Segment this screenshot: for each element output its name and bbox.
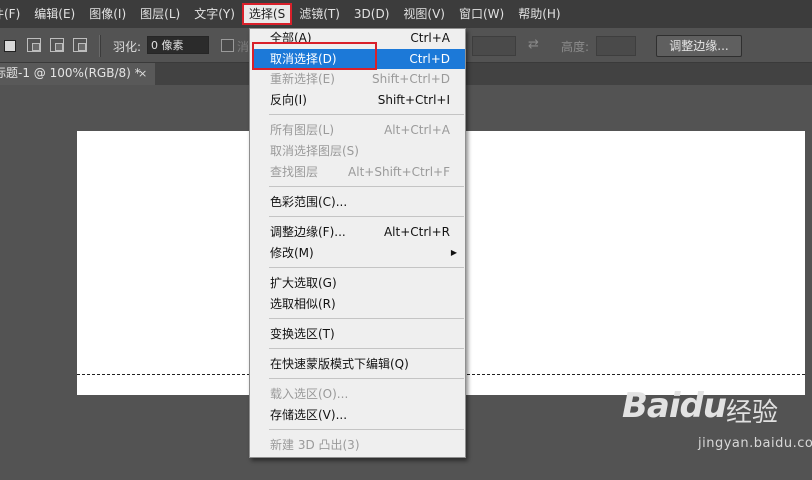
menu-3d[interactable]: 3D(D) bbox=[347, 3, 396, 25]
menu-edit[interactable]: 编辑(E) bbox=[27, 3, 82, 25]
document-tab[interactable]: 标题-1 @ 100%(RGB/8) * × bbox=[0, 63, 155, 85]
menu-item-shortcut: Shift+Ctrl+D bbox=[372, 72, 450, 86]
menu-select[interactable]: 选择(S bbox=[241, 3, 293, 25]
antialias-checkbox[interactable] bbox=[221, 39, 234, 52]
menu-separator bbox=[269, 267, 464, 268]
menu-item-transform-selection[interactable]: 变换选区(T) bbox=[250, 324, 465, 344]
menu-item-quick-mask[interactable]: 在快速蒙版模式下编辑(Q) bbox=[250, 354, 465, 374]
menu-separator bbox=[269, 216, 464, 217]
menu-item-grow[interactable]: 扩大选取(G) bbox=[250, 273, 465, 293]
menu-item-label: 色彩范围(C)... bbox=[270, 195, 348, 209]
menu-item-label: 查找图层 bbox=[270, 165, 319, 179]
menu-separator bbox=[269, 318, 464, 319]
menu-item-deselect-layers: 取消选择图层(S) bbox=[250, 141, 465, 161]
menu-separator bbox=[269, 186, 464, 187]
menu-view[interactable]: 视图(V) bbox=[396, 3, 452, 25]
menu-item-label: 在快速蒙版模式下编辑(Q) bbox=[270, 357, 409, 371]
new-selection-icon[interactable] bbox=[4, 40, 16, 52]
menu-item-refine-edge[interactable]: 调整边缘(F)... Alt+Ctrl+R bbox=[250, 222, 465, 242]
menu-bar: 件(F) 编辑(E) 图像(I) 图层(L) 文字(Y) 选择(S 滤镜(T) … bbox=[0, 0, 812, 28]
menu-item-all-layers: 所有图层(L) Alt+Ctrl+A bbox=[250, 120, 465, 140]
menu-item-shortcut: Ctrl+D bbox=[409, 52, 450, 66]
watermark-brand: 经验 bbox=[726, 398, 779, 428]
height-label: 高度: bbox=[561, 40, 590, 54]
menu-separator bbox=[269, 348, 464, 349]
menu-item-save-selection[interactable]: 存储选区(V)... bbox=[250, 405, 465, 425]
toolbar-divider bbox=[99, 35, 101, 57]
menu-filter[interactable]: 滤镜(T) bbox=[292, 3, 347, 25]
feather-label: 羽化: bbox=[113, 40, 142, 54]
swap-icon[interactable]: ⇄ bbox=[528, 37, 539, 52]
menu-item-modify[interactable]: 修改(M) ▶ bbox=[250, 243, 465, 263]
antialias-label: 消 bbox=[237, 40, 250, 54]
menu-separator bbox=[269, 429, 464, 430]
menu-item-label: 调整边缘(F)... bbox=[270, 225, 346, 239]
menu-window[interactable]: 窗口(W) bbox=[452, 3, 511, 25]
menu-item-shortcut: Alt+Ctrl+A bbox=[384, 123, 450, 137]
watermark-url: jingyan.baidu.com bbox=[698, 436, 812, 451]
menu-item-label: 修改(M) bbox=[270, 246, 314, 260]
menu-item-shortcut: Alt+Ctrl+R bbox=[383, 225, 450, 239]
refine-edge-button[interactable]: 调整边缘... bbox=[656, 35, 742, 57]
menu-item-new-3d-extrusion: 新建 3D 凸出(3) bbox=[250, 435, 465, 455]
menu-item-shortcut: Ctrl+A bbox=[410, 31, 450, 45]
menu-image[interactable]: 图像(I) bbox=[82, 3, 133, 25]
menu-item-label: 重新选择(E) bbox=[270, 72, 335, 86]
menu-type[interactable]: 文字(Y) bbox=[187, 3, 242, 25]
intersect-selection-icon[interactable] bbox=[73, 38, 87, 52]
menu-item-label: 存储选区(V)... bbox=[270, 408, 348, 422]
menu-file[interactable]: 件(F) bbox=[0, 3, 27, 25]
document-tab-title: 标题-1 @ 100%(RGB/8) * bbox=[0, 66, 141, 80]
menu-item-reselect: 重新选择(E) Shift+Ctrl+D bbox=[250, 69, 465, 89]
menu-separator bbox=[269, 114, 464, 115]
menu-item-shortcut: Alt+Shift+Ctrl+F bbox=[348, 165, 450, 179]
menu-item-label: 变换选区(T) bbox=[270, 327, 335, 341]
menu-item-similar[interactable]: 选取相似(R) bbox=[250, 294, 465, 314]
close-icon[interactable]: × bbox=[138, 63, 147, 84]
menu-item-shortcut: Shift+Ctrl+I bbox=[377, 93, 450, 107]
menu-item-load-selection: 载入选区(O)... bbox=[250, 384, 465, 404]
menu-item-label: 新建 3D 凸出(3) bbox=[270, 438, 360, 452]
menu-item-label: 取消选择图层(S) bbox=[270, 144, 359, 158]
feather-input[interactable]: 0 像素 bbox=[147, 36, 209, 54]
menu-item-label: 选取相似(R) bbox=[270, 297, 336, 311]
height-input[interactable] bbox=[596, 36, 636, 56]
menu-layer[interactable]: 图层(L) bbox=[133, 3, 187, 25]
annotation-highlight-box bbox=[252, 42, 377, 70]
select-menu: 全部(A) Ctrl+A 取消选择(D) Ctrl+D 重新选择(E) Shif… bbox=[249, 28, 466, 458]
width-input[interactable] bbox=[472, 36, 516, 56]
menu-item-inverse[interactable]: 反向(I) Shift+Ctrl+I bbox=[250, 90, 465, 110]
submenu-arrow-icon: ▶ bbox=[450, 248, 457, 257]
menu-item-label: 反向(I) bbox=[270, 93, 307, 107]
menu-item-label: 所有图层(L) bbox=[270, 123, 335, 137]
menu-item-find-layers: 查找图层 Alt+Shift+Ctrl+F bbox=[250, 162, 465, 182]
menu-help[interactable]: 帮助(H) bbox=[511, 3, 567, 25]
menu-item-label: 扩大选取(G) bbox=[270, 276, 337, 290]
add-to-selection-icon[interactable] bbox=[27, 38, 41, 52]
menu-item-color-range[interactable]: 色彩范围(C)... bbox=[250, 192, 465, 212]
baidu-logo: Baidu bbox=[622, 386, 727, 426]
menu-separator bbox=[269, 378, 464, 379]
menu-item-label: 载入选区(O)... bbox=[270, 387, 349, 401]
subtract-from-selection-icon[interactable] bbox=[50, 38, 64, 52]
